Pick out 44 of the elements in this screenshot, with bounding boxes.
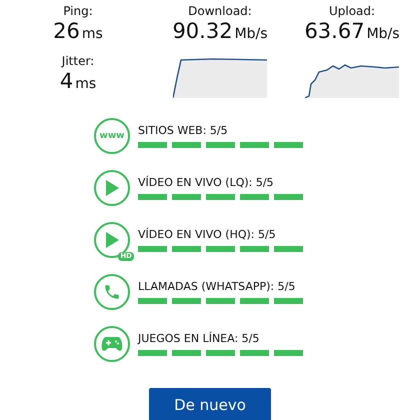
score-segment (172, 194, 201, 200)
score-segment (274, 350, 303, 356)
score-segment (206, 194, 235, 200)
score-segment (206, 246, 235, 252)
score-segment (172, 142, 201, 148)
phone-icon (103, 283, 121, 301)
score-segment (138, 246, 167, 252)
score-segment (274, 194, 303, 200)
play-icon (104, 231, 120, 249)
score-segment (138, 350, 167, 356)
stat-label: Download: (188, 4, 252, 19)
score-segment (172, 298, 201, 304)
gamepad-icon (101, 336, 123, 352)
stat-value: 90.32 Mb/s (172, 19, 268, 45)
score-segment (240, 350, 269, 356)
score-segment (274, 298, 303, 304)
stat-value: 4 ms (60, 69, 96, 95)
score-segment (240, 246, 269, 252)
score-segment (240, 142, 269, 148)
stat-label: Jitter: (62, 54, 94, 69)
service-label: LLAMADAS (WHATSAPP): 5/5 (138, 280, 296, 293)
web-icon: www (100, 131, 124, 141)
service-label: SITIOS WEB: 5/5 (138, 124, 229, 137)
play-icon (104, 179, 120, 197)
stat-label: Upload: (328, 4, 376, 19)
score-segment (172, 350, 201, 356)
retry-button[interactable]: De nuevo (149, 388, 271, 420)
stat-value: 63.67 Mb/s (304, 19, 400, 45)
service-label: VÍDEO EN VIVO (HQ): 5/5 (138, 228, 277, 241)
score-segment (138, 194, 167, 200)
score-segment (240, 298, 269, 304)
score-segment (206, 298, 235, 304)
service-label: VÍDEO EN VIVO (LQ): 5/5 (138, 176, 275, 189)
stat-value: 26 ms (53, 19, 103, 45)
stat-label: Ping: (63, 4, 93, 19)
service-label: JUEGOS EN LÍNEA: 5/5 (138, 332, 260, 345)
score-segment (240, 194, 269, 200)
score-segment (206, 142, 235, 148)
score-segment (172, 246, 201, 252)
score-segment (138, 298, 167, 304)
score-segment (206, 350, 235, 356)
score-segment (138, 142, 167, 148)
score-segment (274, 246, 303, 252)
score-segment (274, 142, 303, 148)
